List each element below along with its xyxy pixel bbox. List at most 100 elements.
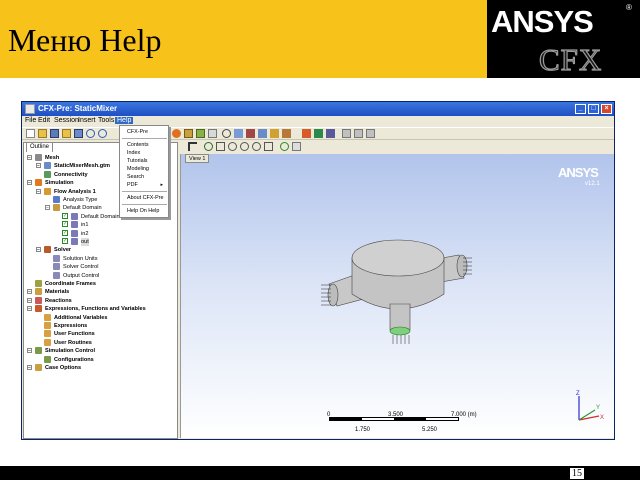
help-menu-item[interactable]: Modeling [127, 166, 149, 172]
subdomain-icon[interactable] [208, 129, 217, 138]
connectivity-icon [44, 170, 51, 178]
checkbox-icon[interactable]: ✓ [62, 229, 68, 236]
checkbox-icon[interactable]: ✓ [62, 212, 68, 219]
menu-file[interactable]: File [25, 117, 36, 124]
slide-footer [0, 466, 640, 480]
mesh-icon[interactable] [234, 129, 243, 138]
tree-item-label: Case Options [45, 365, 82, 371]
function-icon[interactable] [314, 129, 323, 138]
zoom-box-icon[interactable] [240, 142, 249, 151]
simulation-control-icon [35, 347, 42, 355]
help-menu-item[interactable]: About CFX-Pre [127, 195, 164, 201]
tree-item[interactable]: − Solver [24, 246, 177, 254]
clock-icon[interactable] [222, 129, 231, 138]
new-file-icon[interactable] [26, 129, 35, 138]
tree-item-label: Additional Variables [54, 314, 108, 321]
tree-item[interactable]: − Simulation Control [24, 347, 177, 355]
zoom-out-icon[interactable] [264, 142, 273, 151]
tree-item[interactable]: Solution Units [24, 254, 177, 263]
export-icon[interactable] [74, 129, 83, 138]
collapse-icon[interactable]: − [27, 180, 32, 186]
collapse-icon[interactable]: − [27, 306, 32, 312]
rotate-icon[interactable] [204, 142, 213, 151]
tree-item-label: Materials [45, 289, 70, 296]
tree-item-label: Connectivity [54, 171, 88, 178]
collapse-icon[interactable]: − [36, 163, 41, 169]
interface-icon[interactable] [258, 129, 267, 138]
window-titlebar[interactable]: CFX-Pre: StaticMixer _ □ × [22, 102, 614, 116]
help-menu-item[interactable]: Help On Help [127, 208, 159, 214]
solver-control-icon[interactable] [282, 129, 291, 138]
menu-separator [122, 204, 167, 205]
tree-item-label: Expressions, Functions and Variables [45, 306, 146, 313]
help-menu-item[interactable]: CFX-Pre [127, 129, 148, 135]
view-icon[interactable] [280, 142, 289, 151]
help-menu-item[interactable]: Contents [127, 142, 149, 148]
collapse-icon[interactable]: − [27, 365, 32, 371]
menu-help[interactable]: Help [115, 117, 134, 124]
checkbox-icon[interactable]: ✓ [62, 221, 68, 228]
help-menu-item[interactable]: Tutorials [127, 158, 147, 164]
axis-z-label: Z [576, 391, 580, 397]
collapse-icon[interactable]: − [36, 247, 41, 253]
close-button[interactable]: × [601, 104, 612, 114]
tree-item[interactable]: Coordinate Frames [24, 280, 177, 288]
tree-item-label: Reactions [45, 297, 72, 304]
tree-item[interactable]: Configurations [24, 355, 177, 364]
mesh-file-icon [44, 162, 51, 170]
tree-item[interactable]: ✓ in2 [24, 229, 177, 238]
undo-icon[interactable] [86, 129, 95, 138]
minimize-button[interactable]: _ [575, 104, 586, 114]
collapse-icon[interactable]: − [27, 155, 32, 161]
collapse-icon[interactable]: − [27, 348, 32, 354]
pan-icon[interactable] [216, 142, 225, 151]
redo-icon[interactable] [98, 129, 107, 138]
run-solver-icon[interactable] [354, 129, 363, 138]
help-menu-item[interactable]: Search [127, 174, 144, 180]
tree-item[interactable]: Expressions [24, 322, 177, 330]
help-menu-item[interactable]: Index [127, 150, 140, 156]
select-icon[interactable] [188, 142, 197, 151]
variable-icon[interactable] [326, 129, 335, 138]
tab-outline[interactable]: Outline [26, 142, 54, 152]
simulation-icon[interactable] [172, 129, 181, 138]
tree-item[interactable]: User Functions [24, 330, 177, 338]
tree-item[interactable]: − Reactions [24, 296, 177, 305]
viewer-3d[interactable]: View 1 ANSYS v12.1 0 3.500 7.000 (m) 1.7… [180, 154, 614, 438]
tree-item[interactable]: − Case Options [24, 364, 177, 372]
open-folder-icon[interactable] [38, 129, 47, 138]
save-icon[interactable] [50, 129, 59, 138]
import-icon[interactable] [62, 129, 71, 138]
collapse-icon[interactable]: − [27, 289, 32, 295]
tree-item[interactable]: ✓ out [24, 238, 177, 246]
menu-edit[interactable]: Edit [38, 117, 50, 124]
expression-icon[interactable] [302, 129, 311, 138]
viewport-layout-icon[interactable] [292, 142, 301, 151]
boundary-icon[interactable] [196, 129, 205, 138]
menu-insert[interactable]: Insert [78, 117, 96, 124]
menu-session[interactable]: Session [54, 117, 79, 124]
tree-item[interactable]: Output Control [24, 271, 177, 280]
tree-item[interactable]: User Routines [24, 338, 177, 347]
tree-item[interactable]: Additional Variables [24, 313, 177, 322]
tree-item[interactable]: − Materials [24, 288, 177, 296]
menu-tools[interactable]: Tools [98, 117, 114, 124]
material-icon[interactable] [246, 129, 255, 138]
maximize-button[interactable]: □ [588, 104, 599, 114]
collapse-icon[interactable]: − [27, 297, 32, 303]
tree-item[interactable]: ✓ in1 [24, 221, 177, 229]
help-menu-item[interactable]: PDF [127, 182, 138, 188]
write-solver-icon[interactable] [342, 129, 351, 138]
tree-item-label: Coordinate Frames [45, 281, 96, 287]
tree-item[interactable]: Solver Control [24, 263, 177, 271]
app-icon [25, 104, 35, 114]
tree-item[interactable]: − Expressions, Functions and Variables [24, 305, 177, 313]
settings-icon[interactable] [366, 129, 375, 138]
collapse-icon[interactable]: − [45, 205, 50, 211]
checkbox-icon[interactable]: ✓ [62, 238, 68, 244]
zoom-icon[interactable] [228, 142, 237, 151]
domain-icon[interactable] [184, 129, 193, 138]
zoom-fit-icon[interactable] [252, 142, 261, 151]
collapse-icon[interactable]: − [36, 188, 41, 194]
monitor-icon[interactable] [270, 129, 279, 138]
